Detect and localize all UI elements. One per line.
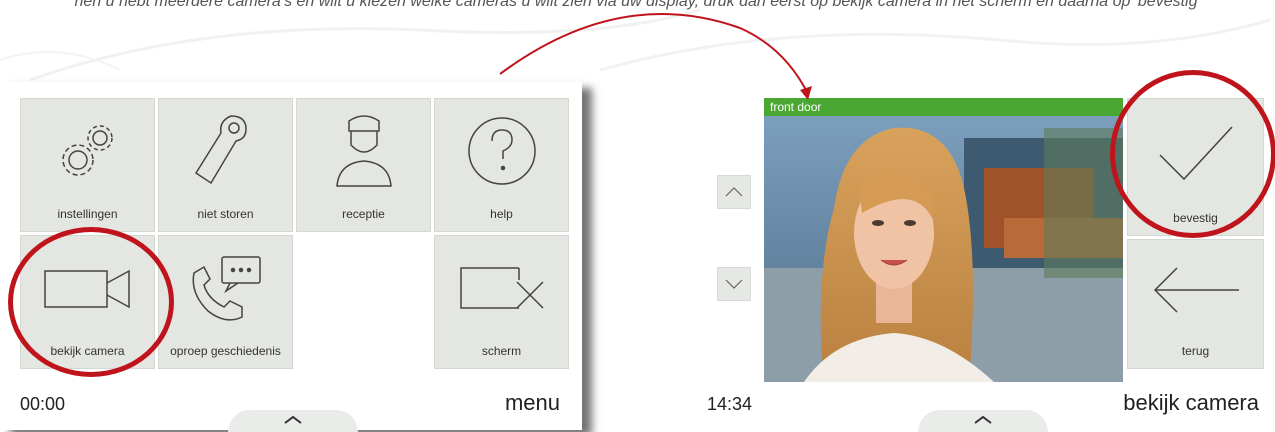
gears-icon xyxy=(61,125,113,176)
tile-help[interactable]: help xyxy=(434,98,569,232)
arrow-left-icon xyxy=(1153,267,1239,313)
instruction-text: hen u hebt meerdere camera’s en wilt u k… xyxy=(74,0,1201,10)
tile-label: scherm xyxy=(481,344,522,358)
back-button[interactable]: terug xyxy=(1127,239,1264,369)
chevron-up-icon xyxy=(974,416,992,424)
chevron-up-icon xyxy=(284,416,302,424)
back-label: terug xyxy=(1181,344,1210,358)
clock: 14:34 xyxy=(707,394,753,414)
call-history-icon xyxy=(192,256,261,321)
menu-screen: instellingen niet storen receptie help b… xyxy=(0,82,582,432)
tile-receptie[interactable]: receptie xyxy=(296,98,431,232)
tile-bekijk-camera[interactable]: bekijk camera xyxy=(20,235,155,369)
camera-screen: front door bevestig terug 14:34 bekijk c… xyxy=(690,70,1275,432)
question-icon xyxy=(467,117,536,185)
tile-label: instellingen xyxy=(57,207,118,221)
tile-niet-storen[interactable]: niet storen xyxy=(158,98,293,232)
camera-view: front door xyxy=(764,98,1123,382)
screen-off-icon xyxy=(459,267,544,309)
pull-up-tab[interactable] xyxy=(918,410,1048,432)
scroll-up-button[interactable] xyxy=(717,175,751,209)
tile-label: help xyxy=(490,207,513,221)
camera-feed-image xyxy=(764,98,1123,382)
camera-icon xyxy=(43,269,130,309)
screen-title: menu xyxy=(504,390,560,415)
tile-oproep-geschiedenis[interactable]: oproep geschiedenis xyxy=(158,235,293,369)
tile-label: niet storen xyxy=(197,207,254,221)
door-hanger-icon xyxy=(194,115,247,185)
tile-instellingen[interactable]: instellingen xyxy=(20,98,155,232)
chevron-up-icon xyxy=(725,187,743,197)
tile-label: bekijk camera xyxy=(50,344,125,358)
chevron-down-icon xyxy=(725,279,743,289)
receptionist-icon xyxy=(335,115,392,187)
tile-scherm[interactable]: scherm xyxy=(434,235,569,369)
camera-name-bar: front door xyxy=(764,98,1123,116)
screen-title: bekijk camera xyxy=(1123,390,1259,415)
confirm-label: bevestig xyxy=(1173,211,1218,225)
tile-label: receptie xyxy=(342,207,385,221)
pull-up-tab[interactable] xyxy=(228,410,358,432)
scroll-down-button[interactable] xyxy=(717,267,751,301)
tile-label: oproep geschiedenis xyxy=(170,344,281,358)
checkmark-icon xyxy=(1158,126,1233,181)
confirm-button[interactable]: bevestig xyxy=(1127,98,1264,236)
clock: 00:00 xyxy=(20,394,66,414)
